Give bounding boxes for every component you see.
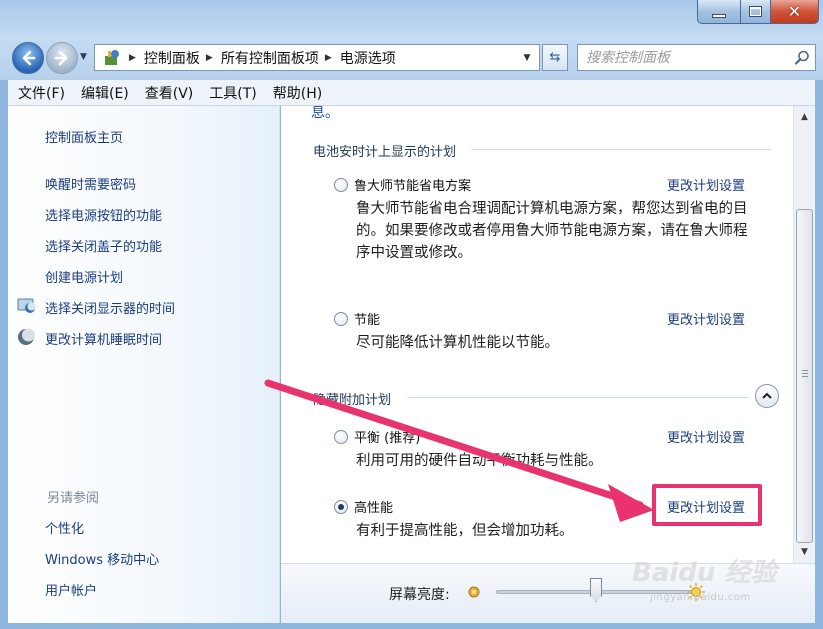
collapse-hidden-plans-button[interactable]	[755, 384, 779, 408]
moon-icon	[18, 328, 35, 345]
window-controls: ✕	[697, 0, 819, 24]
scroll-down-arrow[interactable]: ▼	[794, 543, 815, 561]
plan-name-high-performance[interactable]: 高性能	[354, 497, 393, 516]
refresh-icon: ⇆	[549, 50, 561, 65]
breadcrumb-control-panel[interactable]: 控制面板	[144, 48, 200, 68]
plan-radio-high-performance[interactable]	[334, 500, 348, 514]
scroll-thumb[interactable]	[796, 209, 813, 543]
monitor-moon-icon	[17, 298, 36, 313]
mobility-center-link[interactable]: Windows 移动中心	[45, 549, 159, 568]
personalization-link[interactable]: 个性化	[45, 518, 84, 537]
watermark-brand: Baidu 经验	[632, 558, 777, 588]
brightness-label: 屏幕亮度:	[389, 587, 450, 603]
task-pane: 控制面板主页 唤醒时需要密码 选择电源按钮的功能 选择关闭盖子的功能 创建电源计…	[8, 106, 280, 623]
scroll-grip	[802, 370, 808, 378]
brightness-slider-thumb[interactable]	[590, 578, 602, 602]
breadcrumb-separator[interactable]: ▶	[325, 53, 332, 63]
hidden-plans-heading: 隐藏附加计划	[313, 393, 392, 408]
scroll-up-arrow[interactable]: ▲	[794, 108, 815, 126]
power-button-link[interactable]: 选择电源按钮的功能	[45, 205, 162, 224]
minimize-icon	[712, 13, 726, 18]
arrow-right-icon	[54, 50, 68, 66]
back-button[interactable]	[12, 42, 44, 74]
search-icon[interactable]	[789, 45, 815, 70]
breadcrumb-all-items[interactable]: 所有控制面板项	[221, 48, 319, 68]
breadcrumb-separator[interactable]: ▶	[206, 53, 213, 63]
divider	[407, 397, 749, 398]
battery-plans-heading: 电池安时计上显示的计划	[313, 145, 457, 160]
arrow-left-icon	[22, 50, 36, 66]
dim-sun-icon	[468, 586, 480, 598]
control-panel-icon	[101, 48, 123, 68]
plan-desc-power-saver: 尽可能降低计算机性能以节能。	[356, 335, 559, 351]
menu-bar: 文件(F) 编辑(E) 查看(V) 工具(T) 帮助(H)	[8, 80, 815, 106]
close-button[interactable]: ✕	[771, 0, 819, 24]
create-plan-link[interactable]: 创建电源计划	[45, 267, 123, 286]
breadcrumb-power-options[interactable]: 电源选项	[340, 48, 396, 68]
vertical-scrollbar[interactable]: ▲ ▼	[793, 106, 815, 563]
menu-help[interactable]: 帮助(H)	[273, 83, 322, 103]
minimize-button[interactable]	[697, 0, 741, 24]
menu-tools[interactable]: 工具(T)	[209, 83, 256, 103]
user-accounts-link[interactable]: 用户帐户	[45, 580, 97, 599]
window-titlebar: ✕	[0, 0, 823, 36]
search-box[interactable]	[577, 44, 816, 71]
change-settings-link-power-saver[interactable]: 更改计划设置	[667, 309, 745, 328]
refresh-button[interactable]: ⇆	[542, 44, 568, 71]
more-info-link[interactable]: 息。	[311, 106, 339, 122]
control-panel-home-link[interactable]: 控制面板主页	[45, 127, 123, 146]
divider	[471, 149, 771, 150]
lid-close-link[interactable]: 选择关闭盖子的功能	[45, 236, 162, 255]
maximize-icon	[749, 6, 762, 17]
plan-radio-power-saver[interactable]	[334, 312, 348, 326]
plan-desc-ludashi: 鲁大师节能省电合理调配计算机电源方案，帮您达到省电的目的。如果要修改或者停用鲁大…	[356, 201, 748, 261]
change-settings-link-ludashi[interactable]: 更改计划设置	[667, 175, 745, 194]
maximize-button[interactable]	[741, 0, 771, 24]
chevron-up-icon	[762, 392, 772, 399]
menu-file[interactable]: 文件(F)	[18, 83, 65, 103]
wake-password-link[interactable]: 唤醒时需要密码	[45, 174, 136, 193]
plan-radio-balanced[interactable]	[334, 430, 348, 444]
recent-pages-dropdown[interactable]: ▼	[80, 52, 87, 62]
see-also-heading: 另请参阅	[47, 491, 100, 506]
sleep-time-link[interactable]: 更改计算机睡眠时间	[45, 329, 162, 348]
close-icon: ✕	[787, 1, 802, 21]
plan-name-ludashi[interactable]: 鲁大师节能省电方案	[354, 175, 471, 194]
address-bar[interactable]: ▶ 控制面板 ▶ 所有控制面板项 ▶ 电源选项 ▼	[94, 44, 540, 71]
search-input[interactable]	[586, 49, 789, 66]
display-off-link[interactable]: 选择关闭显示器的时间	[45, 298, 175, 317]
watermark-url: jingyan.baidu.com	[650, 592, 751, 603]
change-settings-link-balanced[interactable]: 更改计划设置	[667, 427, 745, 446]
plan-name-balanced[interactable]: 平衡 (推荐)	[354, 427, 420, 446]
address-dropdown[interactable]: ▼	[515, 45, 539, 70]
navigation-bar: ▼ ▶ 控制面板 ▶ 所有控制面板项 ▶ 电源选项 ▼ ⇆	[0, 36, 823, 80]
breadcrumb-separator: ▶	[129, 52, 136, 63]
menu-edit[interactable]: 编辑(E)	[81, 83, 129, 103]
menu-view[interactable]: 查看(V)	[145, 83, 194, 103]
plan-radio-ludashi[interactable]	[334, 178, 348, 192]
plan-name-power-saver[interactable]: 节能	[354, 309, 380, 328]
forward-button[interactable]	[46, 42, 78, 74]
annotation-highlight-box	[652, 484, 762, 526]
plan-desc-balanced: 利用可用的硬件自动平衡功耗与性能。	[356, 453, 603, 469]
